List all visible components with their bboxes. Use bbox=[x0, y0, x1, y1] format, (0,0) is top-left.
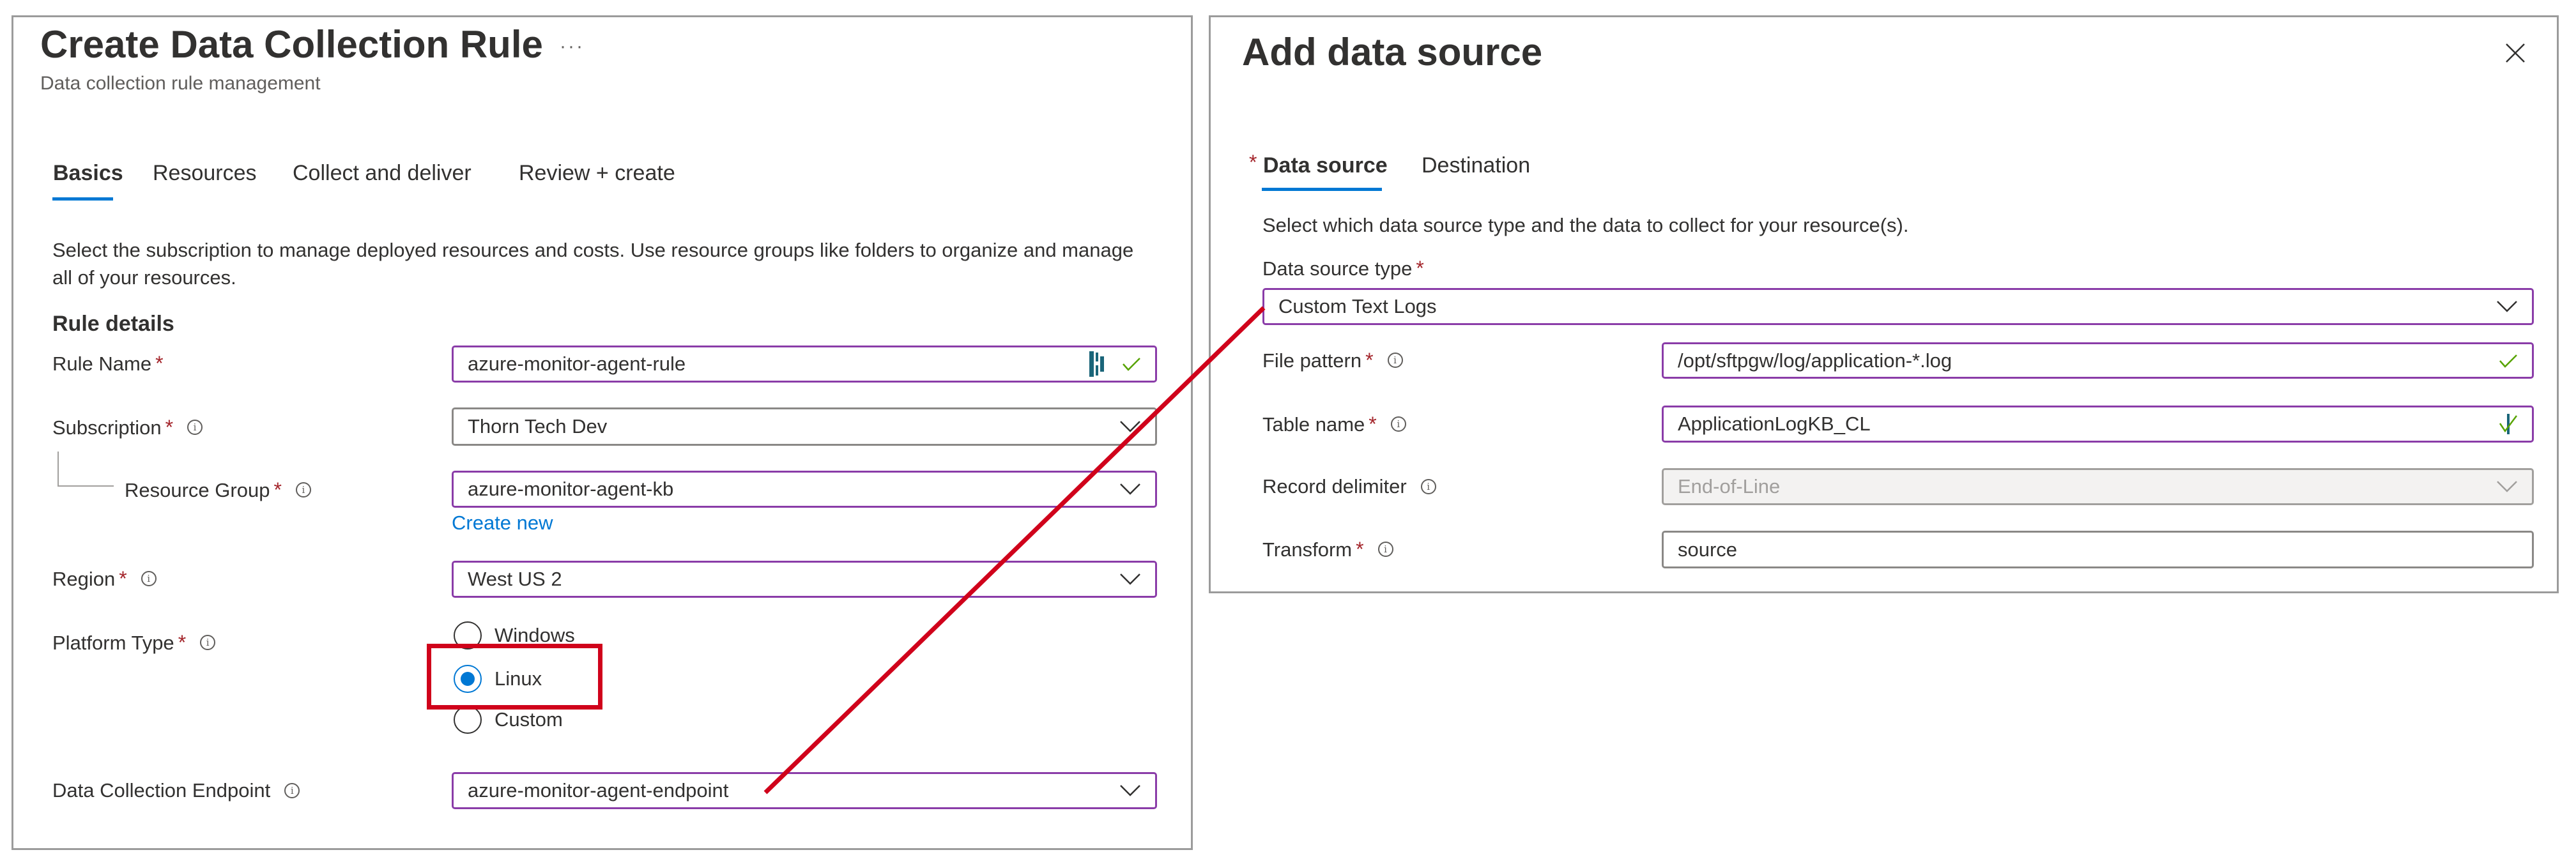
tab-destination[interactable]: Destination bbox=[1422, 155, 1530, 176]
data-source-type-select[interactable]: Custom Text Logs bbox=[1262, 288, 2534, 325]
record-delimiter-value: End-of-Line bbox=[1678, 475, 1781, 498]
transform-label-text: Transform bbox=[1262, 538, 1353, 561]
required-asterisk: * bbox=[1249, 151, 1257, 174]
linux-highlight-annotation bbox=[427, 644, 602, 710]
tree-connector-horizontal bbox=[57, 485, 114, 487]
endpoint-label-text: Data Collection Endpoint bbox=[52, 779, 271, 801]
resource-group-label-text: Resource Group bbox=[125, 478, 270, 501]
platform-type-label-text: Platform Type bbox=[52, 631, 174, 654]
subscription-select[interactable]: Thorn Tech Dev bbox=[452, 407, 1157, 446]
rule-name-value: azure-monitor-agent-rule bbox=[468, 353, 686, 375]
page-title: Create Data Collection Rule bbox=[40, 23, 543, 66]
check-icon bbox=[2499, 354, 2517, 368]
platform-type-label: Platform Type * i bbox=[52, 631, 216, 654]
active-tab-indicator bbox=[52, 197, 113, 201]
check-icon bbox=[1123, 358, 1140, 371]
info-icon[interactable]: i bbox=[1387, 353, 1403, 368]
data-collection-endpoint-label: Data Collection Endpoint i bbox=[52, 780, 300, 800]
info-icon[interactable]: i bbox=[1420, 478, 1436, 494]
close-icon[interactable] bbox=[2504, 42, 2526, 64]
tab-review-create[interactable]: Review + create bbox=[519, 162, 675, 184]
transform-value: source bbox=[1678, 538, 1738, 561]
active-tab-indicator bbox=[1262, 188, 1382, 191]
required-asterisk: * bbox=[155, 352, 164, 375]
required-asterisk: * bbox=[1368, 413, 1377, 436]
file-pattern-label: File pattern * i bbox=[1262, 350, 1403, 370]
record-delimiter-select: End-of-Line bbox=[1662, 468, 2534, 505]
rule-name-label-text: Rule Name bbox=[52, 352, 152, 375]
region-value: West US 2 bbox=[468, 568, 562, 590]
table-name-input[interactable]: ApplicationLogKB_CL bbox=[1662, 406, 2534, 443]
transform-input[interactable]: source bbox=[1662, 531, 2534, 568]
panel-title: Add data source bbox=[1242, 31, 1543, 73]
region-label: Region * i bbox=[52, 568, 157, 589]
required-asterisk: * bbox=[178, 631, 187, 654]
resource-group-label: Resource Group * i bbox=[125, 480, 311, 500]
info-icon[interactable]: i bbox=[295, 482, 311, 498]
radio-label: Custom bbox=[494, 708, 563, 731]
rule-details-heading: Rule details bbox=[52, 312, 174, 336]
required-asterisk: * bbox=[1356, 538, 1364, 561]
table-name-label: Table name * i bbox=[1262, 414, 1406, 434]
record-delimiter-label: Record delimiter i bbox=[1262, 476, 1436, 496]
chevron-down-icon bbox=[2497, 481, 2517, 492]
endpoint-value: azure-monitor-agent-endpoint bbox=[468, 779, 729, 801]
table-name-value: ApplicationLogKB_CL bbox=[1678, 413, 1871, 435]
file-pattern-label-text: File pattern bbox=[1262, 349, 1362, 372]
region-select[interactable]: West US 2 bbox=[452, 561, 1157, 598]
info-icon[interactable]: i bbox=[141, 571, 157, 586]
rule-name-label: Rule Name * bbox=[52, 353, 164, 374]
data-source-type-label-text: Data source type bbox=[1262, 257, 1413, 280]
info-icon[interactable]: i bbox=[1377, 542, 1393, 557]
resource-group-value: azure-monitor-agent-kb bbox=[468, 478, 674, 500]
tree-connector-vertical bbox=[57, 452, 59, 487]
chevron-down-icon bbox=[2497, 301, 2517, 312]
info-icon[interactable]: i bbox=[187, 420, 203, 435]
info-icon[interactable]: i bbox=[1390, 416, 1406, 432]
table-name-label-text: Table name bbox=[1262, 413, 1365, 436]
subscription-value: Thorn Tech Dev bbox=[468, 415, 608, 437]
password-manager-icon[interactable] bbox=[1089, 350, 1105, 378]
file-pattern-input[interactable]: /opt/sftpgw/log/application-*.log bbox=[1662, 342, 2534, 379]
tab-basics[interactable]: Basics bbox=[53, 162, 123, 184]
chevron-down-icon bbox=[1120, 421, 1140, 432]
page-subtitle: Data collection rule management bbox=[40, 73, 321, 94]
more-options-button[interactable]: ··· bbox=[560, 37, 585, 56]
data-source-type-value: Custom Text Logs bbox=[1278, 295, 1437, 317]
check-icon bbox=[2499, 414, 2517, 434]
data-source-type-label: Data source type * bbox=[1262, 258, 1424, 278]
required-asterisk: * bbox=[273, 478, 282, 501]
basics-description: Select the subscription to manage deploy… bbox=[52, 239, 1134, 289]
transform-label: Transform * i bbox=[1262, 539, 1393, 559]
tab-data-source[interactable]: Data source bbox=[1263, 155, 1388, 176]
chevron-down-icon bbox=[1120, 785, 1140, 796]
record-delimiter-label-text: Record delimiter bbox=[1262, 475, 1407, 498]
data-source-description: Select which data source type and the da… bbox=[1262, 214, 1909, 236]
region-label-text: Region bbox=[52, 567, 116, 590]
required-asterisk: * bbox=[1416, 257, 1424, 280]
radio-option-custom[interactable]: Custom bbox=[454, 706, 563, 734]
tab-resources[interactable]: Resources bbox=[153, 162, 257, 184]
subscription-label: Subscription * i bbox=[52, 417, 203, 437]
chevron-down-icon bbox=[1120, 483, 1140, 495]
info-icon[interactable]: i bbox=[284, 782, 300, 798]
chevron-down-icon bbox=[1120, 574, 1140, 585]
file-pattern-value: /opt/sftpgw/log/application-*.log bbox=[1678, 349, 1952, 372]
tab-collect-and-deliver[interactable]: Collect and deliver bbox=[293, 162, 471, 184]
required-asterisk: * bbox=[165, 416, 174, 439]
info-icon[interactable]: i bbox=[200, 635, 216, 650]
required-asterisk: * bbox=[119, 567, 127, 590]
rule-name-input[interactable]: azure-monitor-agent-rule bbox=[452, 346, 1157, 383]
radio-button[interactable] bbox=[454, 706, 482, 734]
create-new-link[interactable]: Create new bbox=[452, 513, 553, 533]
required-asterisk: * bbox=[1365, 349, 1374, 372]
data-collection-endpoint-select[interactable]: azure-monitor-agent-endpoint bbox=[452, 772, 1157, 809]
subscription-label-text: Subscription bbox=[52, 416, 162, 439]
resource-group-select[interactable]: azure-monitor-agent-kb bbox=[452, 471, 1157, 508]
